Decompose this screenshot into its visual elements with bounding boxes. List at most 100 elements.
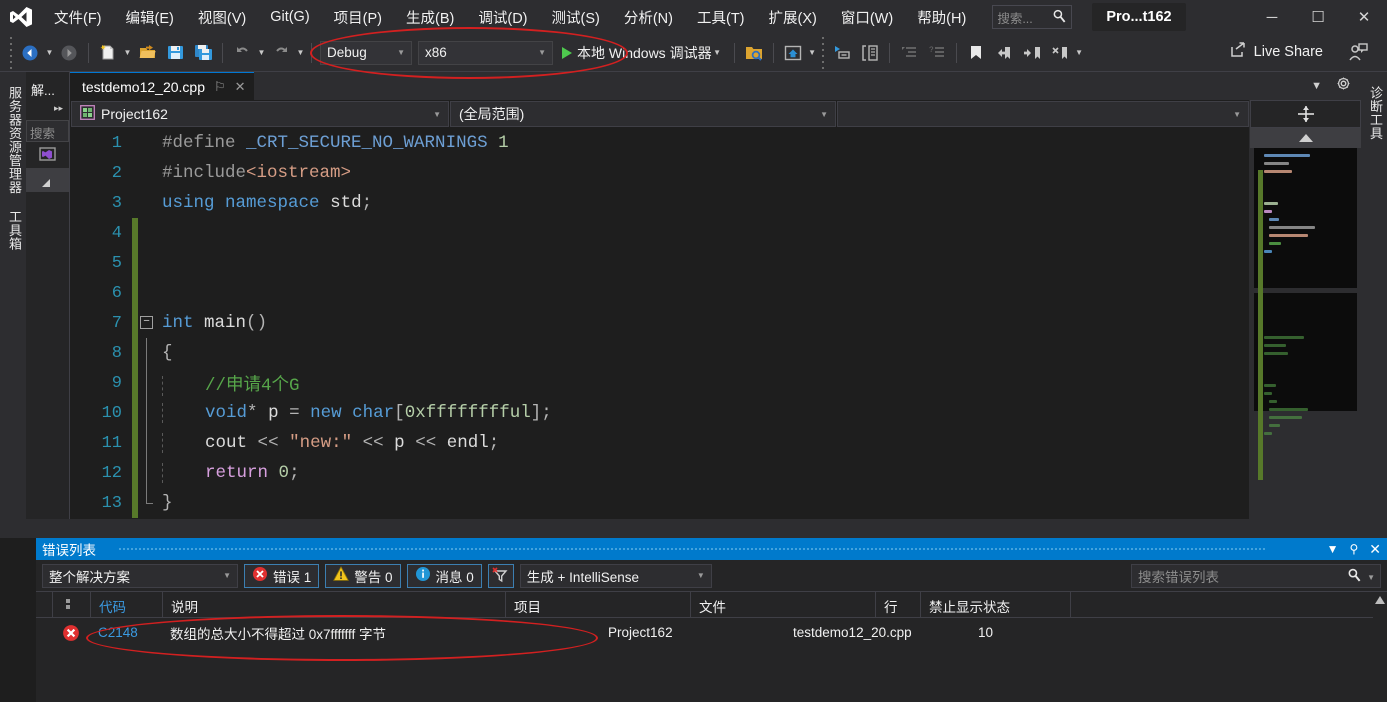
outlining-gutter[interactable] [138,428,156,458]
build-intellisense-combo[interactable]: 生成 + IntelliSense ▼ [519,563,712,588]
error-list-menu-icon[interactable]: ▼ [1327,542,1339,556]
header-project[interactable]: 项目 [506,592,691,617]
code-line[interactable]: 13} [70,488,1249,518]
outlining-gutter[interactable]: − [138,308,156,338]
open-file-button[interactable] [134,40,160,66]
document-tab-testdemo12-20-cpp[interactable]: testdemo12_20.cpp ⚐ ✕ [70,72,254,100]
clear-filters-button[interactable] [487,563,514,588]
code-line[interactable]: 4 [70,218,1249,248]
toolbox-tab[interactable]: 工具箱 [0,202,29,259]
solution-platform-combo[interactable]: x86 ▼ [418,40,553,65]
header-description[interactable]: 说明 [163,592,506,617]
header-line[interactable]: 行 [876,592,921,617]
uncomment-selection-button[interactable]: ? [924,40,950,66]
error-list-search-input[interactable]: 搜索错误列表 ▼ [1131,563,1381,588]
pin-tab-icon[interactable]: ⚐ [214,79,226,95]
toggle-bookmark-button[interactable] [963,40,989,66]
code-line[interactable]: 1 #define _CRT_SECURE_NO_WARNINGS 1 [70,128,1249,158]
error-list-close-icon[interactable]: ✕ [1369,541,1381,558]
header-code[interactable]: 代码 [91,592,163,617]
clear-bookmarks-button[interactable] [1047,40,1073,66]
next-bookmark-button[interactable] [1019,40,1045,66]
server-explorer-tab[interactable]: 服务器资源管理器 [0,78,29,202]
solution-explorer-search-input[interactable]: 搜索 [26,120,69,142]
insert-snippet-button[interactable] [829,40,855,66]
close-tab-icon[interactable]: ✕ [235,79,246,95]
navigate-backward-dropdown-icon[interactable]: ▼ [44,40,55,66]
code-text[interactable]: //申请4个G [156,371,300,396]
warnings-filter-button[interactable]: 警告 0 [325,563,401,588]
code-line[interactable]: 10 void* p = new char[0xfffffffful]; [70,398,1249,428]
code-line[interactable]: 12 return 0; [70,458,1249,488]
toolbar-grip[interactable] [6,36,16,69]
send-feedback-button[interactable] [1348,42,1369,68]
code-text[interactable]: int main() [156,313,267,333]
outlining-gutter[interactable] [138,398,156,428]
code-line[interactable]: 8{ [70,338,1249,368]
messages-filter-button[interactable]: 消息 0 [406,563,482,588]
outlining-gutter[interactable] [138,368,156,398]
menu-item-edit[interactable]: 编辑(E) [117,3,183,32]
header-suppression[interactable]: 禁止显示状态 [921,592,1071,617]
code-text[interactable]: #define _CRT_SECURE_NO_WARNINGS 1 [156,133,509,153]
chevron-down-icon[interactable]: ▼ [1311,80,1322,92]
menu-item-project[interactable]: 项目(P) [325,3,391,32]
outlining-gutter[interactable] [138,158,156,188]
error-list-scrollbar[interactable] [1373,592,1387,702]
error-scope-combo[interactable]: 整个解决方案 ▼ [42,563,238,588]
home-dropdown-icon[interactable]: ▼ [807,40,818,66]
menu-item-git[interactable]: Git(G) [261,5,318,29]
save-button[interactable] [162,40,188,66]
menu-item-file[interactable]: 文件(F) [45,3,111,32]
menu-item-window[interactable]: 窗口(W) [832,3,902,32]
chevron-down-icon[interactable]: ▼ [712,40,723,66]
code-lines[interactable]: 1 #define _CRT_SECURE_NO_WARNINGS 1 2 #incl… [70,128,1249,519]
header-file[interactable]: 文件 [691,592,876,617]
code-editor[interactable]: 1 #define _CRT_SECURE_NO_WARNINGS 1 2 #incl… [70,128,1249,519]
outlining-gutter[interactable] [138,218,156,248]
navbar-scope-combo[interactable]: (全局范围) ▼ [450,101,836,127]
code-line[interactable]: 7 − int main() [70,308,1249,338]
gear-icon[interactable] [1336,76,1351,96]
undo-button[interactable] [229,40,255,66]
outlining-gutter[interactable] [138,338,156,368]
surround-with-button[interactable] [857,40,883,66]
split-view-button[interactable] [1250,100,1361,128]
code-text[interactable]: using namespace std; [156,193,372,213]
code-line[interactable]: 2 #include<iostream> [70,158,1249,188]
solution-explorer-overflow-icon[interactable]: ▸▸ [26,101,69,120]
go-to-home-button[interactable] [780,40,806,66]
code-text[interactable]: return 0; [156,463,300,483]
table-row[interactable]: C2148 数组的总大小不得超过 0x7fffffff 字节 Project162 t… [36,618,1387,648]
navbar-project-combo[interactable]: Project162 ▼ [71,101,449,127]
live-share-button[interactable]: Live Share [1229,40,1323,63]
code-line[interactable]: 9 //申请4个G [70,368,1249,398]
navigate-backward-button[interactable] [17,40,43,66]
menu-item-debug[interactable]: 调试(D) [469,3,536,32]
errors-filter-button[interactable]: 错误 1 [244,563,320,588]
code-minimap[interactable] [1250,148,1361,519]
error-list-pin-icon[interactable]: ⚲ [1349,542,1358,556]
code-line[interactable]: 11 cout << "new:" << p << endl; [70,428,1249,458]
menu-item-analyze[interactable]: 分析(N) [615,3,682,32]
menu-item-tools[interactable]: 工具(T) [688,3,754,32]
undo-dropdown-icon[interactable]: ▼ [256,40,267,66]
code-line[interactable]: 5 [70,248,1249,278]
outlining-gutter[interactable] [138,248,156,278]
find-in-files-button[interactable] [741,40,767,66]
toolbar-grip-2[interactable] [818,36,828,69]
code-line[interactable]: 3 using namespace std; [70,188,1249,218]
comment-selection-button[interactable] [896,40,922,66]
global-search-box[interactable]: 搜索... [992,5,1073,29]
new-file-dropdown-icon[interactable]: ▼ [122,40,133,66]
menu-item-view[interactable]: 视图(V) [189,3,255,32]
new-file-button[interactable] [95,40,121,66]
start-debugging-button[interactable]: 本地 Windows 调试器 ▼ [556,40,729,66]
outlining-gutter[interactable] [138,458,156,488]
solution-configuration-combo[interactable]: Debug ▼ [320,40,412,65]
search-options-chevron-icon[interactable]: ▼ [1367,573,1375,582]
outlining-gutter[interactable] [138,278,156,308]
navbar-member-combo[interactable]: ▼ [837,101,1249,127]
outlining-gutter[interactable] [138,488,156,518]
menu-item-test[interactable]: 测试(S) [543,3,609,32]
